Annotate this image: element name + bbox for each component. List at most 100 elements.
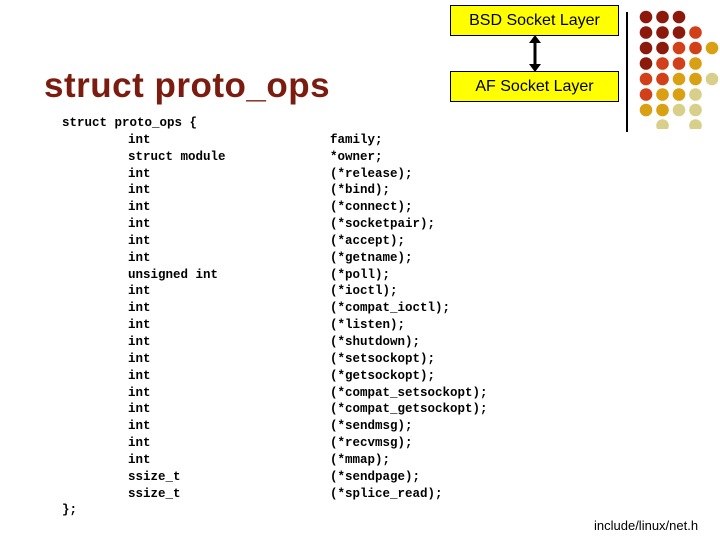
struct-member: int (*mmap); — [62, 452, 488, 469]
decorative-dot — [689, 119, 702, 129]
member-type: int — [128, 351, 151, 366]
decorative-dot — [689, 72, 702, 86]
member-type: int — [128, 166, 151, 181]
decorative-dot-grid — [639, 10, 719, 129]
decorative-dot — [672, 41, 686, 55]
member-name: family; — [330, 132, 383, 147]
member-type: int — [128, 385, 151, 400]
struct-member: int family; — [62, 132, 488, 149]
decorative-dot — [689, 103, 702, 117]
member-type: int — [128, 250, 151, 265]
struct-member: int (*compat_getsockopt); — [62, 401, 488, 418]
member-name: (*setsockopt); — [330, 351, 436, 366]
member-name: (*accept); — [330, 233, 406, 248]
member-type: int — [128, 419, 151, 434]
bsd-socket-layer-box: BSD Socket Layer — [450, 5, 619, 36]
member-name: (*socketpair); — [330, 217, 436, 232]
member-name: (*splice_read); — [330, 486, 443, 501]
struct-member: int (*release); — [62, 166, 488, 183]
member-name: (*release); — [330, 166, 413, 181]
member-type: int — [128, 368, 151, 383]
decorative-dot — [672, 72, 686, 86]
member-type: int — [128, 217, 151, 232]
member-type: ssize_t — [128, 486, 181, 501]
member-name: (*mmap); — [330, 452, 391, 467]
struct-member: int (*recvmsg); — [62, 435, 488, 452]
decorative-dot — [639, 10, 653, 24]
decorative-dot — [639, 41, 653, 55]
member-name: (*shutdown); — [330, 334, 421, 349]
source-file-label: include/linux/net.h — [594, 518, 699, 533]
struct-close-line: }; — [62, 502, 488, 519]
decorative-dot — [689, 26, 702, 39]
decorative-dot — [672, 57, 686, 70]
member-type: ssize_t — [128, 469, 181, 484]
struct-member: int (*sendmsg); — [62, 418, 488, 435]
af-socket-layer-box: AF Socket Layer — [450, 71, 619, 102]
member-name: (*getname); — [330, 250, 413, 265]
decorative-dot — [689, 57, 702, 70]
member-name: (*compat_getsockopt); — [330, 402, 488, 417]
member-type: int — [128, 452, 151, 467]
struct-member: int (*socketpair); — [62, 216, 488, 233]
member-name: *owner; — [330, 149, 383, 164]
member-name: (*compat_setsockopt); — [330, 385, 488, 400]
member-name: (*recvmsg); — [330, 436, 413, 451]
member-type: int — [128, 318, 151, 333]
decorative-dot — [639, 103, 653, 117]
decorative-dot — [672, 88, 686, 101]
member-type: unsigned int — [128, 267, 219, 282]
decorative-dot — [656, 41, 669, 55]
struct-member: int (*shutdown); — [62, 334, 488, 351]
member-name: (*bind); — [330, 183, 391, 198]
member-type: int — [128, 334, 151, 349]
member-type: struct module — [128, 149, 226, 164]
decorative-dot — [639, 72, 653, 86]
member-name: (*connect); — [330, 200, 413, 215]
code-block: struct proto_ops { int family; struct modu… — [62, 115, 488, 519]
struct-member: int (*compat_ioctl); — [62, 300, 488, 317]
decorative-dot — [672, 103, 686, 117]
struct-open: struct proto_ops { — [62, 116, 198, 130]
struct-member: int (*accept); — [62, 233, 488, 250]
struct-member: int (*listen); — [62, 317, 488, 334]
struct-member: int (*getname); — [62, 250, 488, 267]
struct-member: struct module *owner; — [62, 149, 488, 166]
struct-member: int (*getsockopt); — [62, 368, 488, 385]
member-name: (*sendpage); — [330, 469, 421, 484]
decorative-dot — [639, 26, 653, 39]
member-type: int — [128, 132, 151, 147]
decorative-dot — [656, 103, 669, 117]
member-type: int — [128, 301, 151, 316]
struct-member: ssize_t (*splice_read); — [62, 486, 488, 503]
member-name: (*sendmsg); — [330, 419, 413, 434]
struct-member: int (*ioctl); — [62, 283, 488, 300]
decorative-dot — [656, 10, 669, 24]
member-name: (*compat_ioctl); — [330, 301, 451, 316]
decorative-dot — [672, 10, 686, 24]
decorative-dot — [672, 26, 686, 39]
member-name: (*poll); — [330, 267, 391, 282]
decorative-dot — [656, 119, 669, 129]
struct-member: int (*setsockopt); — [62, 351, 488, 368]
decorative-dot — [656, 26, 669, 39]
decorative-dot — [705, 41, 719, 55]
decorative-dot — [656, 72, 669, 86]
decorative-dot — [656, 88, 669, 101]
slide-title: struct proto_ops — [44, 66, 331, 105]
member-type: int — [128, 436, 151, 451]
struct-close: }; — [62, 503, 78, 518]
decorative-dot — [639, 57, 653, 70]
vertical-divider — [626, 12, 628, 132]
member-name: (*getsockopt); — [330, 368, 436, 383]
struct-member: int (*compat_setsockopt); — [62, 385, 488, 402]
struct-member: int (*bind); — [62, 182, 488, 199]
member-type: int — [128, 284, 151, 299]
member-name: (*ioctl); — [330, 284, 398, 299]
struct-member: int (*connect); — [62, 199, 488, 216]
member-type: int — [128, 402, 151, 417]
member-type: int — [128, 233, 151, 248]
double-arrow-icon — [529, 35, 541, 72]
decorative-dot — [639, 88, 653, 101]
member-type: int — [128, 200, 151, 215]
